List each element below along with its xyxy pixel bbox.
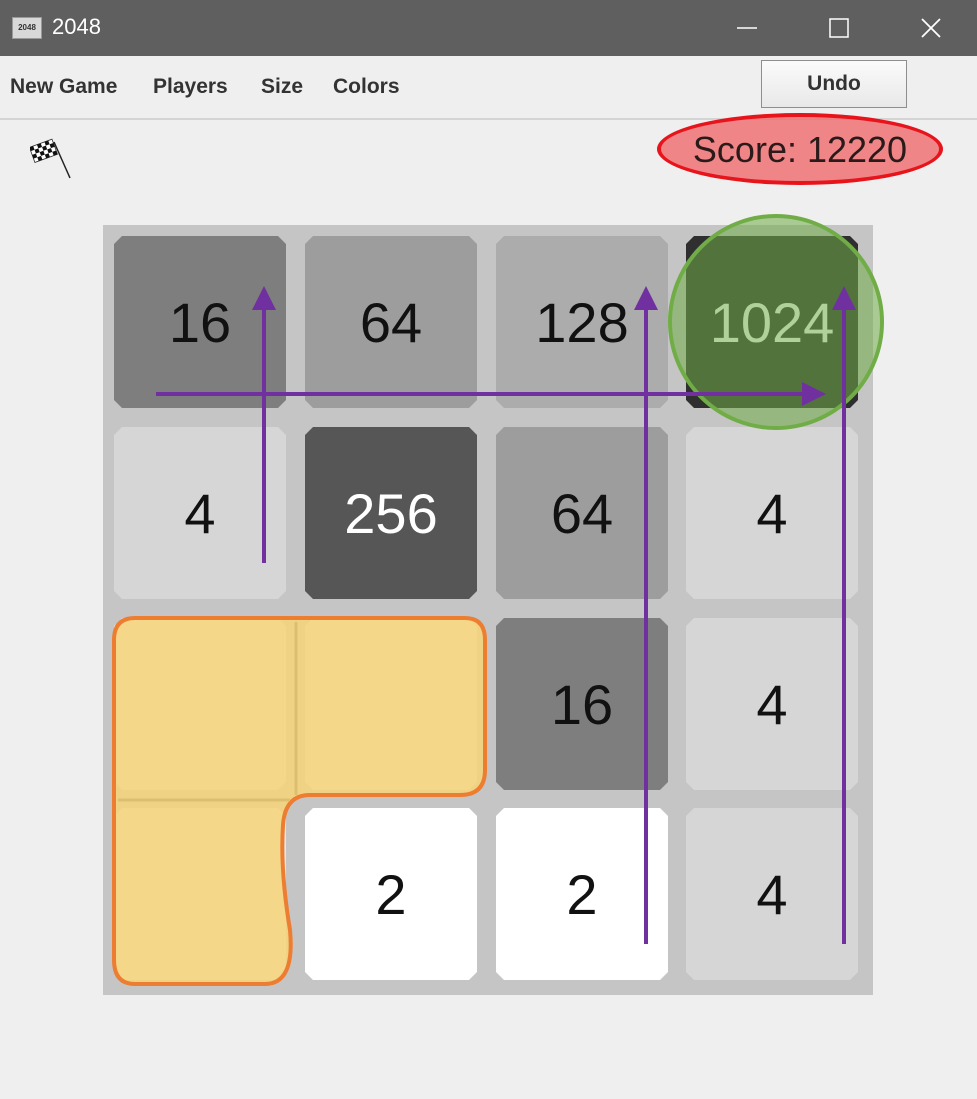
- menu-colors[interactable]: Colors: [333, 75, 400, 99]
- menu-size[interactable]: Size: [261, 75, 303, 99]
- title-bar: 2048 2048: [0, 0, 977, 56]
- tile-r1-c1: 256: [305, 427, 477, 599]
- empty-cell-r2-c0: [114, 618, 286, 790]
- tile-r0-c2: 128: [496, 236, 668, 408]
- menu-players[interactable]: Players: [153, 75, 228, 99]
- close-button[interactable]: [896, 0, 966, 56]
- maximize-button[interactable]: [804, 0, 874, 56]
- tile-r3-c1: 2: [305, 808, 477, 980]
- minimize-button[interactable]: [712, 0, 782, 56]
- tile-r3-c2: 2: [496, 808, 668, 980]
- score-display: Score: 12220: [657, 113, 943, 185]
- tile-r0-c3: 1024: [686, 236, 858, 408]
- app-icon: 2048: [12, 17, 42, 39]
- tile-r1-c0: 4: [114, 427, 286, 599]
- menu-new-game[interactable]: New Game: [10, 75, 117, 99]
- minimize-icon: [737, 27, 757, 29]
- tile-r2-c2: 16: [496, 618, 668, 790]
- maximize-icon: [829, 18, 849, 38]
- empty-cell-r2-c1: [305, 618, 477, 790]
- window-title: 2048: [52, 14, 101, 39]
- tile-r0-c0: 16: [114, 236, 286, 408]
- game-board: 16 64 128 1024 4 256 64 4 16 4 2 2 4: [103, 225, 873, 995]
- checkered-flag-icon: [30, 138, 71, 179]
- empty-cell-r3-c0: [114, 808, 286, 980]
- tile-r0-c1: 64: [305, 236, 477, 408]
- tile-r1-c3: 4: [686, 427, 858, 599]
- tile-r3-c3: 4: [686, 808, 858, 980]
- tile-r1-c2: 64: [496, 427, 668, 599]
- undo-button[interactable]: Undo: [761, 60, 907, 108]
- tile-r2-c3: 4: [686, 618, 858, 790]
- close-icon: [921, 18, 941, 38]
